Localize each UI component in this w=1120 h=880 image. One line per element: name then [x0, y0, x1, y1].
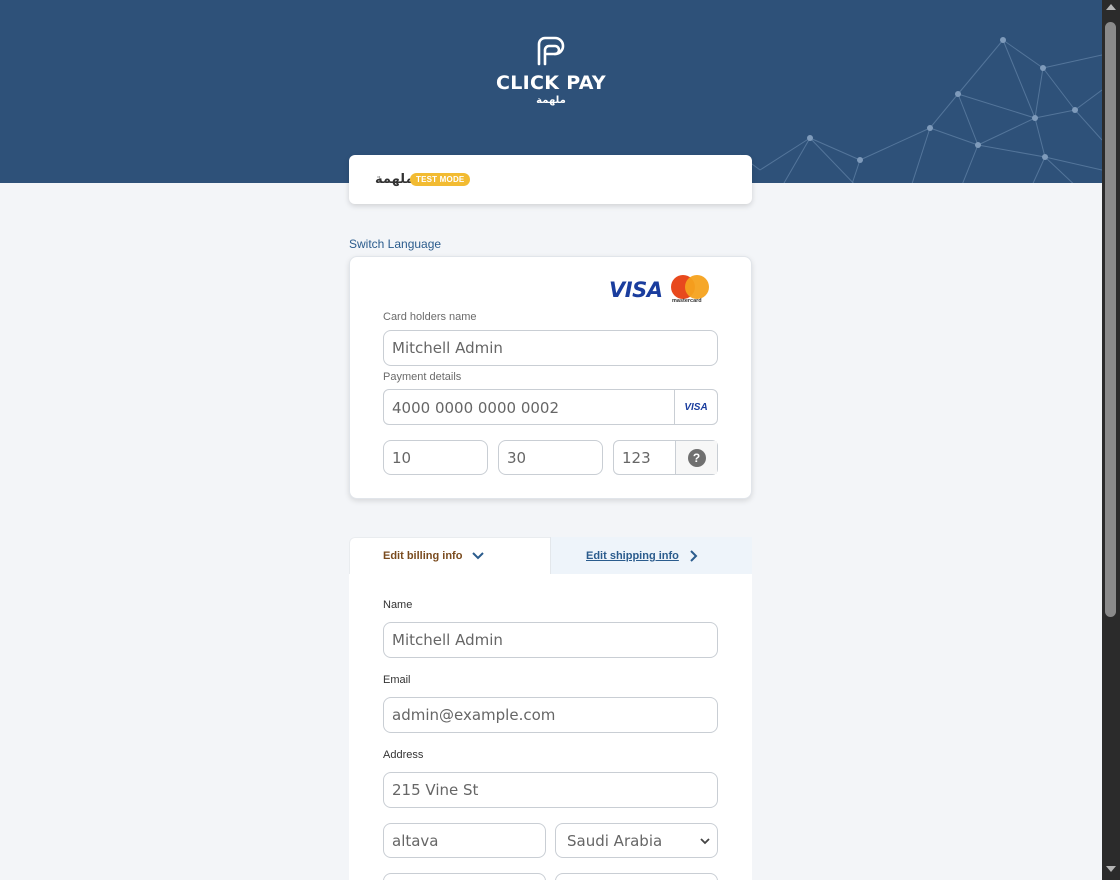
- test-mode-badge: TEST MODE: [410, 173, 471, 186]
- expiry-year-input[interactable]: 30: [498, 440, 603, 475]
- question-mark-icon: ?: [687, 448, 706, 467]
- email-input[interactable]: admin@example.com: [383, 697, 718, 733]
- billing-panel: Edit billing info Edit shipping info Nam…: [349, 537, 752, 880]
- chevron-right-icon: [690, 550, 698, 562]
- card-payment-panel: VISA mastercard Card holders name Mitche…: [349, 256, 752, 499]
- card-number-input[interactable]: 4000 0000 0000 0002: [392, 399, 559, 417]
- clickpay-mark-icon: [537, 36, 565, 66]
- card-holder-input[interactable]: Mitchell Admin: [383, 330, 718, 366]
- state-input[interactable]: [383, 873, 546, 880]
- country-select-value: Saudi Arabia: [567, 832, 663, 850]
- expiry-month-input[interactable]: 10: [383, 440, 488, 475]
- switch-language-link[interactable]: Switch Language: [349, 237, 441, 251]
- address-input[interactable]: 215 Vine St: [383, 772, 718, 808]
- mastercard-logo: mastercard: [670, 273, 712, 305]
- email-label: Email: [383, 674, 411, 686]
- merchant-card: ملهمة TEST MODE: [349, 155, 752, 204]
- tab-billing-label: Edit billing info: [383, 550, 463, 562]
- brand-name-arabic: ملهمة: [536, 95, 566, 106]
- cvv-help-button[interactable]: ?: [675, 441, 717, 474]
- page-scrollbar[interactable]: [1102, 0, 1120, 880]
- visa-logo: VISA: [609, 278, 663, 302]
- clickpay-logo: CLICK PAY ملهمة: [0, 34, 1102, 106]
- country-select[interactable]: Saudi Arabia: [555, 823, 718, 858]
- card-number-field[interactable]: 4000 0000 0000 0002 VISA: [383, 389, 718, 425]
- card-brand-visa-icon: VISA: [674, 390, 717, 424]
- name-label: Name: [383, 599, 413, 611]
- tab-shipping-info[interactable]: Edit shipping info: [550, 537, 752, 574]
- chevron-down-icon: [472, 552, 484, 560]
- cvv-input[interactable]: 123: [622, 449, 651, 467]
- tab-shipping-label[interactable]: Edit shipping info: [586, 550, 679, 562]
- mastercard-text: mastercard: [672, 298, 702, 304]
- scroll-down-arrow-icon[interactable]: [1106, 866, 1116, 872]
- merchant-name: ملهمة: [375, 171, 414, 186]
- cvv-field[interactable]: 123 ?: [613, 440, 718, 475]
- payment-details-label: Payment details: [383, 371, 462, 383]
- scroll-up-arrow-icon[interactable]: [1106, 4, 1116, 10]
- chevron-down-icon: [700, 838, 710, 845]
- tab-billing-info[interactable]: Edit billing info: [349, 537, 550, 574]
- zip-input[interactable]: [555, 873, 718, 880]
- name-input[interactable]: Mitchell Admin: [383, 622, 718, 658]
- brand-name: CLICK PAY: [496, 72, 606, 94]
- scrollbar-thumb[interactable]: [1105, 22, 1116, 617]
- city-input[interactable]: altava: [383, 823, 546, 858]
- address-label: Address: [383, 749, 424, 761]
- card-holder-label: Card holders name: [383, 311, 477, 323]
